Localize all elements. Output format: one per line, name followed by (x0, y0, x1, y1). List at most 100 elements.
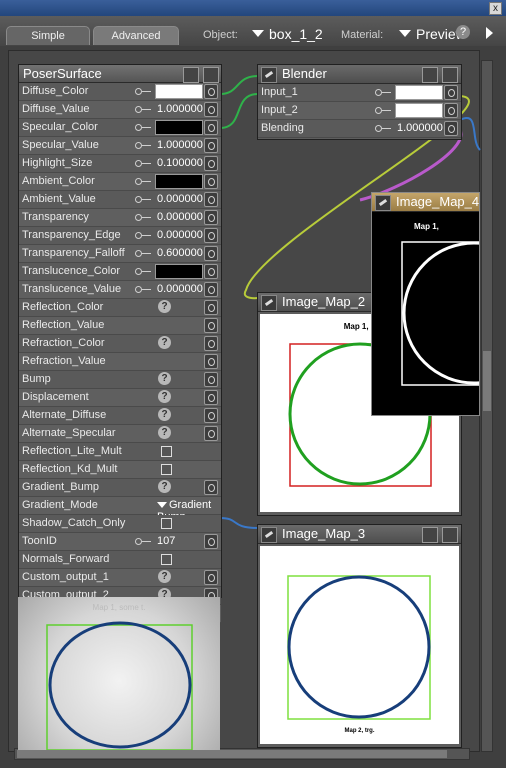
property-value[interactable]: 107 (157, 535, 175, 547)
property-row[interactable]: Refraction_Color? (19, 335, 221, 353)
property-value[interactable]: 0.600000 (157, 247, 203, 259)
input-port-icon[interactable] (204, 156, 218, 171)
chevron-right-icon[interactable] (486, 27, 493, 39)
key-icon[interactable] (135, 231, 151, 239)
key-icon[interactable] (135, 195, 151, 203)
property-row[interactable]: Custom_output_1? (19, 569, 221, 587)
node-header[interactable]: Blender (258, 65, 461, 84)
menu-icon[interactable] (422, 527, 438, 543)
checkbox[interactable] (161, 464, 172, 475)
input-port-icon[interactable] (204, 246, 218, 261)
key-icon[interactable] (135, 285, 151, 293)
preview-toggle-icon[interactable] (203, 67, 219, 83)
input-port-icon[interactable] (204, 102, 218, 117)
property-row[interactable]: Normals_Forward (19, 551, 221, 569)
input-port-icon[interactable] (204, 264, 218, 279)
property-row[interactable]: Refraction_Value (19, 353, 221, 371)
input-port-icon[interactable] (204, 480, 218, 495)
property-row[interactable]: Reflection_Lite_Mult (19, 443, 221, 461)
object-dropdown[interactable]: box_1_2 (252, 26, 323, 42)
close-icon[interactable]: x (489, 2, 502, 15)
key-icon[interactable] (135, 141, 151, 149)
color-swatch[interactable] (395, 103, 443, 118)
input-port-icon[interactable] (204, 336, 218, 351)
preview-toggle-icon[interactable] (442, 527, 458, 543)
property-row[interactable]: Displacement? (19, 389, 221, 407)
menu-icon[interactable] (422, 67, 438, 83)
input-port-icon[interactable] (204, 228, 218, 243)
property-row[interactable]: Bump? (19, 371, 221, 389)
node-header[interactable]: Image_Map_3 (258, 525, 461, 544)
property-row[interactable]: Reflection_Kd_Mult (19, 461, 221, 479)
poser-surface-node[interactable]: PoserSurface Diffuse_Color Diffuse_Value 1… (18, 64, 222, 623)
property-row[interactable]: Transparency 0.000000 (19, 209, 221, 227)
property-value[interactable]: 0.000000 (157, 283, 203, 295)
help-icon[interactable]: ? (158, 570, 171, 583)
blender-node[interactable]: Blender Input_1 Input_2 Blending 1.000000 (257, 64, 462, 140)
help-icon[interactable]: ? (158, 372, 171, 385)
menu-icon[interactable] (183, 67, 199, 83)
property-row[interactable]: Specular_Value 1.000000 (19, 137, 221, 155)
property-row[interactable]: Transparency_Falloff 0.600000 (19, 245, 221, 263)
input-port-icon[interactable] (444, 85, 458, 100)
key-icon[interactable] (135, 123, 151, 131)
property-value[interactable]: 1.000000 (157, 139, 203, 151)
key-icon[interactable] (135, 177, 151, 185)
color-swatch[interactable] (155, 120, 203, 135)
property-row[interactable]: Alternate_Diffuse? (19, 407, 221, 425)
key-icon[interactable] (375, 124, 391, 132)
checkbox[interactable] (161, 518, 172, 529)
help-icon[interactable]: ? (158, 408, 171, 421)
property-row[interactable]: Diffuse_Value 1.000000 (19, 101, 221, 119)
scroll-thumb[interactable] (17, 750, 447, 758)
tab-advanced[interactable]: Advanced (93, 26, 179, 45)
input-port-icon[interactable] (204, 84, 218, 99)
key-icon[interactable] (135, 267, 151, 275)
vertical-scrollbar[interactable] (481, 60, 493, 752)
input-port-icon[interactable] (204, 192, 218, 207)
image-map-4-node[interactable]: Image_Map_4 Map 1, (371, 192, 480, 416)
help-icon[interactable]: ? (158, 390, 171, 403)
property-value[interactable]: 0.000000 (157, 229, 203, 241)
key-icon[interactable] (135, 159, 151, 167)
key-icon[interactable] (135, 213, 151, 221)
property-row[interactable]: Gradient_Bump? (19, 479, 221, 497)
help-icon[interactable]: ? (456, 25, 470, 39)
help-icon[interactable]: ? (158, 426, 171, 439)
color-swatch[interactable] (155, 264, 203, 279)
property-row[interactable]: Translucence_Value 0.000000 (19, 281, 221, 299)
property-value[interactable]: 1.000000 (157, 103, 203, 115)
color-swatch[interactable] (395, 85, 443, 100)
property-row[interactable]: Diffuse_Color (19, 83, 221, 101)
input-port-icon[interactable] (204, 372, 218, 387)
property-row[interactable]: Translucence_Color (19, 263, 221, 281)
key-icon[interactable] (135, 249, 151, 257)
property-value[interactable]: 1.000000 (397, 122, 443, 134)
property-value[interactable]: 0.000000 (157, 211, 203, 223)
input-port-icon[interactable] (204, 318, 218, 333)
input-port-icon[interactable] (204, 354, 218, 369)
input-port-icon[interactable] (444, 121, 458, 136)
property-row[interactable]: Transparency_Edge 0.000000 (19, 227, 221, 245)
property-row[interactable]: Blending 1.000000 (258, 120, 461, 138)
input-port-icon[interactable] (204, 120, 218, 135)
input-port-icon[interactable] (204, 390, 218, 405)
input-port-icon[interactable] (204, 174, 218, 189)
property-row[interactable]: ToonID 107 (19, 533, 221, 551)
input-port-icon[interactable] (204, 138, 218, 153)
property-row[interactable]: Ambient_Color (19, 173, 221, 191)
help-icon[interactable]: ? (158, 300, 171, 313)
help-icon[interactable]: ? (158, 480, 171, 493)
input-port-icon[interactable] (204, 534, 218, 549)
color-swatch[interactable] (155, 174, 203, 189)
key-icon[interactable] (375, 106, 391, 114)
property-row[interactable]: Specular_Color (19, 119, 221, 137)
input-port-icon[interactable] (204, 570, 218, 585)
node-header[interactable]: Image_Map_4 (372, 193, 479, 212)
input-port-icon[interactable] (204, 282, 218, 297)
input-port-icon[interactable] (204, 210, 218, 225)
property-row[interactable]: Reflection_Color? (19, 299, 221, 317)
property-row[interactable]: Input_2 (258, 102, 461, 120)
key-icon[interactable] (135, 87, 151, 95)
help-icon[interactable]: ? (158, 336, 171, 349)
